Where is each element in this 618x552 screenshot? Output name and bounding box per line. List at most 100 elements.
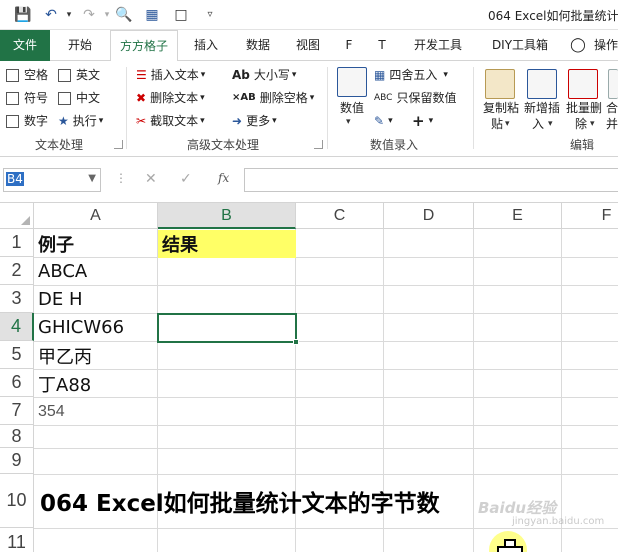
row-header-9[interactable]: 9: [0, 448, 34, 474]
cell-a4[interactable]: GHICW66: [34, 314, 157, 341]
row-header-6[interactable]: 6: [0, 369, 34, 397]
tab-t[interactable]: T: [370, 30, 394, 61]
delete-space-button[interactable]: ×AB 删除空格 ▾: [232, 89, 318, 107]
row-header-8[interactable]: 8: [0, 425, 34, 448]
undo-dropdown-icon[interactable]: ▾: [60, 6, 78, 24]
tab-f[interactable]: F: [337, 30, 361, 61]
row-header-7[interactable]: 7: [0, 397, 34, 425]
checkbox-icon: [6, 91, 19, 105]
checkbox-space[interactable]: 空格: [6, 66, 48, 84]
column-header-c[interactable]: C: [296, 203, 384, 229]
tab-fangfang-gezi[interactable]: 方方格子: [110, 30, 178, 62]
tab-home[interactable]: 开始: [57, 30, 103, 61]
delete-space-label: 删除空格: [259, 91, 308, 105]
cell-a5[interactable]: 甲乙丙: [34, 342, 157, 369]
cell-b1[interactable]: 结果: [158, 230, 295, 257]
numeric-icon[interactable]: [337, 67, 367, 97]
column-header-b[interactable]: B: [158, 203, 296, 229]
copy-paste-label-1[interactable]: 复制粘: [480, 101, 522, 116]
keep-numeric-button[interactable]: ABC 只保留数值: [374, 89, 456, 107]
chevron-down-icon[interactable]: ▼: [88, 173, 96, 184]
group-launcher-icon[interactable]: [114, 140, 123, 149]
column-header-f[interactable]: F: [562, 203, 618, 229]
row-header-10[interactable]: 10: [0, 474, 34, 528]
chevron-down-icon: ▾: [98, 116, 104, 126]
chevron-down-icon[interactable]: ▾: [505, 119, 510, 129]
tab-file[interactable]: 文件: [0, 30, 50, 61]
fill-handle[interactable]: [293, 339, 299, 345]
batch-delete-icon[interactable]: [568, 69, 598, 99]
customize-qa-icon[interactable]: ▿: [201, 6, 219, 24]
name-box[interactable]: B4 ▼: [3, 168, 101, 192]
tab-view[interactable]: 视图: [287, 30, 329, 61]
numeric-button-label[interactable]: 数值: [335, 101, 369, 116]
row-header-11[interactable]: 11: [0, 528, 34, 552]
edit-icon: ✎: [374, 114, 385, 128]
more-label: 更多: [246, 114, 271, 128]
tab-diy-toolbox[interactable]: DIY工具箱: [482, 30, 558, 61]
tab-data[interactable]: 数据: [237, 30, 279, 61]
checkbox-symbol[interactable]: 符号: [6, 89, 48, 107]
extract-text-button[interactable]: ✂ 截取文本 ▾: [136, 112, 209, 130]
new-file-icon[interactable]: □: [172, 6, 190, 24]
save-icon[interactable]: 💾: [14, 6, 32, 24]
round-button[interactable]: ▦ 四舍五入 ▾: [374, 66, 452, 84]
chevron-down-icon[interactable]: ▾: [548, 119, 553, 129]
tab-tell-me[interactable]: 操作: [594, 30, 618, 61]
cell-a1[interactable]: 例子: [34, 230, 157, 257]
edit-numeric-button[interactable]: ✎ ▾: [374, 112, 397, 130]
new-insert-label-1[interactable]: 新增插: [520, 101, 564, 116]
execute-button[interactable]: ★ 执行 ▾: [58, 112, 107, 130]
redo-dropdown-icon[interactable]: ▾: [98, 6, 116, 24]
row-header-4[interactable]: 4: [0, 313, 34, 341]
column-header-a[interactable]: A: [34, 203, 158, 229]
group-launcher-icon[interactable]: [314, 140, 323, 149]
merge-label-2[interactable]: 并: [606, 117, 618, 132]
ribbon-tabs: 文件 开始 方方格子 插入 数据 视图 F T 开发工具 DIY工具箱 ◯ 操作: [0, 30, 618, 62]
form-icon[interactable]: ▦: [143, 6, 161, 24]
formula-input[interactable]: [244, 168, 618, 192]
row-header-5[interactable]: 5: [0, 341, 34, 369]
cancel-icon[interactable]: ✕: [145, 171, 157, 187]
row-header-1[interactable]: 1: [0, 229, 34, 257]
print-preview-icon[interactable]: 🔍: [115, 6, 133, 24]
column-header-e[interactable]: E: [474, 203, 562, 229]
undo-icon[interactable]: ↶: [42, 6, 60, 24]
confirm-icon[interactable]: ✓: [180, 171, 192, 187]
tab-insert[interactable]: 插入: [185, 30, 227, 61]
lightbulb-icon[interactable]: ◯: [568, 30, 588, 61]
cell-a3[interactable]: DE H: [34, 286, 157, 313]
chevron-down-icon[interactable]: ▾: [346, 117, 351, 127]
insert-text-button[interactable]: ☰ 插入文本 ▾: [136, 66, 209, 84]
cell-a6[interactable]: 丁A88: [34, 370, 157, 397]
cell-a2[interactable]: ABCA: [34, 258, 157, 285]
chevron-down-icon[interactable]: ▾: [590, 119, 595, 129]
checkbox-number[interactable]: 数字: [6, 112, 48, 130]
paste-icon[interactable]: [485, 69, 515, 99]
case-button[interactable]: Ab 大小写 ▾: [232, 66, 300, 84]
column-header-d[interactable]: D: [384, 203, 474, 229]
merge-icon[interactable]: [608, 69, 618, 99]
merge-label-1[interactable]: 合: [606, 101, 618, 116]
insert-text-icon: ☰: [136, 68, 147, 82]
checkbox-chinese-label: 中文: [76, 91, 101, 105]
group-separator: [473, 67, 474, 149]
active-cell-b4[interactable]: [157, 313, 297, 343]
delete-text-label: 删除文本: [150, 91, 199, 105]
row-header-3[interactable]: 3: [0, 285, 34, 313]
checkbox-chinese[interactable]: 中文: [58, 89, 100, 107]
row-header-2[interactable]: 2: [0, 257, 34, 285]
redo-icon[interactable]: ↷: [80, 6, 98, 24]
new-insert-icon[interactable]: [527, 69, 557, 99]
tab-developer[interactable]: 开发工具: [405, 30, 471, 61]
plus-button[interactable]: + ▾: [412, 112, 437, 130]
cell-a7[interactable]: 354: [34, 398, 157, 425]
checkbox-english[interactable]: 英文: [58, 66, 100, 84]
grid-line: [34, 474, 618, 475]
select-all-corner[interactable]: [0, 203, 34, 229]
insert-function-icon[interactable]: fx: [218, 171, 229, 185]
more-button[interactable]: ➜ 更多 ▾: [232, 112, 281, 130]
batch-delete-label-1[interactable]: 批量删: [562, 101, 606, 116]
delete-text-button[interactable]: ✖ 删除文本 ▾: [136, 89, 209, 107]
formula-bar-grip-icon[interactable]: ⋮: [115, 171, 127, 185]
